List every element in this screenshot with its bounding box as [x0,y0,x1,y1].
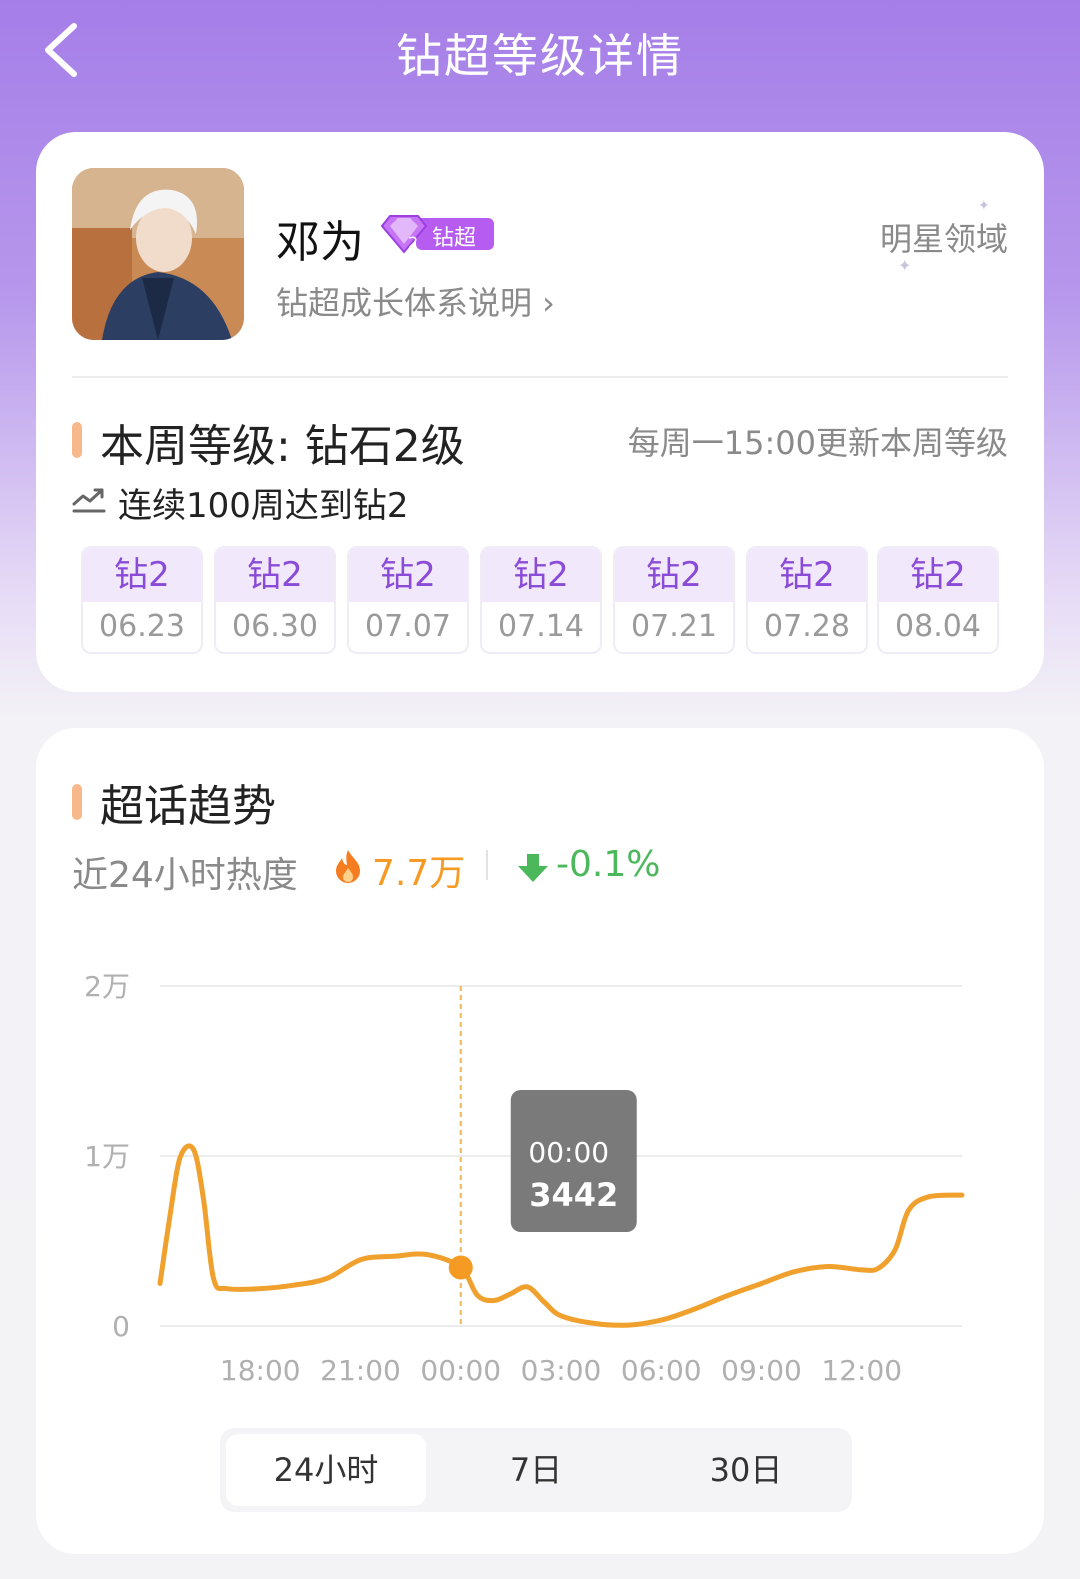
week-item: 钻2 06.30 [214,546,336,654]
level-card: 邓为 2 钻超 钻超成长体系说明 › ✦ ✦ 明星领域 本周等级: 钻石2级 每… [36,132,1044,692]
badge-level: 2 [408,233,418,252]
week-date: 07.14 [498,609,584,644]
chart-highlight-point[interactable] [448,1255,473,1280]
badge-label: 钻超 [432,226,477,251]
week-item: 钻2 06.23 [81,546,203,654]
week-level: 钻2 [879,548,997,602]
tooltip-time: 00:00 [528,1136,609,1169]
growth-system-link[interactable]: 钻超成长体系说明 › [276,278,555,324]
weekly-level-list: 钻2 06.23 钻2 06.30 钻2 07.07 钻2 07.14 钻2 0… [81,546,999,654]
week-level: 钻2 [83,548,201,602]
heat-change: -0.1% [556,844,661,885]
streak-text: 连续100周达到钻2 [118,486,409,526]
x-tick-label: 18:00 [220,1354,301,1387]
chart-tooltip: 00:00 3442 [510,1090,637,1232]
week-item: 钻2 07.14 [480,546,602,654]
star-name: 邓为 [276,217,364,268]
week-date: 08.04 [895,609,981,644]
trend-up-icon [72,488,106,513]
week-level: 钻2 [482,548,600,602]
tab-24h[interactable]: 24小时 [226,1434,426,1506]
week-level: 钻2 [615,548,733,602]
trend-card: 超话趋势 近24小时热度 7.7万 -0.1% 0 1万 2万 18:00 21:00… [36,728,1044,1554]
tab-7d[interactable]: 7日 [436,1434,636,1506]
range-tabs: 24小时 7日 30日 [220,1428,852,1512]
x-tick-label: 06:00 [621,1354,702,1387]
section-accent-bar [72,422,82,458]
tooltip-value: 3442 [529,1176,618,1214]
top-bar: 钻超等级详情 [0,0,1080,110]
week-date: 06.30 [232,609,318,644]
week-item: 钻2 08.04 [877,546,999,654]
trend-title: 超话趋势 [100,781,276,832]
x-tick-label: 00:00 [420,1354,501,1387]
arrow-down-icon [518,854,548,882]
week-item: 钻2 07.07 [347,546,469,654]
tab-30d[interactable]: 30日 [646,1434,846,1506]
update-note: 每周一15:00更新本周等级 [627,424,1008,462]
weekly-level-title: 本周等级: 钻石2级 [100,421,465,472]
heat-label: 近24小时热度 [72,855,298,896]
week-date: 07.07 [365,609,451,644]
y-tick-label: 0 [112,1310,130,1343]
week-level: 钻2 [349,548,467,602]
week-level: 钻2 [216,548,334,602]
x-tick-label: 12:00 [821,1354,902,1387]
week-date: 07.21 [631,609,717,644]
week-level: 钻2 [748,548,866,602]
x-tick-label: 21:00 [320,1354,401,1387]
heat-value: 7.7万 [372,853,466,894]
trend-chart[interactable]: 0 1万 2万 18:00 21:00 00:00 03:00 06:00 09:00 12:0… [36,958,1044,1398]
week-date: 06.23 [99,609,185,644]
y-tick-label: 1万 [84,1140,130,1173]
x-tick-label: 03:00 [521,1354,602,1387]
section-accent-bar [72,784,82,820]
week-item: 钻2 07.21 [613,546,735,654]
divider [486,850,488,880]
chart-x-axis: 18:00 21:00 00:00 03:00 06:00 09:00 12:00 [220,1354,902,1387]
sparkle-icon: ✦ [978,198,990,214]
domain-label[interactable]: 明星领域 [880,214,1008,260]
divider [72,376,1008,378]
x-tick-label: 09:00 [721,1354,802,1387]
week-item: 钻2 07.28 [746,546,868,654]
page-title: 钻超等级详情 [396,29,684,83]
avatar-image [72,168,244,340]
week-date: 07.28 [764,609,850,644]
avatar[interactable] [72,168,244,340]
fire-icon [336,850,360,883]
y-tick-label: 2万 [84,970,130,1003]
chart-y-axis: 0 1万 2万 [84,970,130,1343]
